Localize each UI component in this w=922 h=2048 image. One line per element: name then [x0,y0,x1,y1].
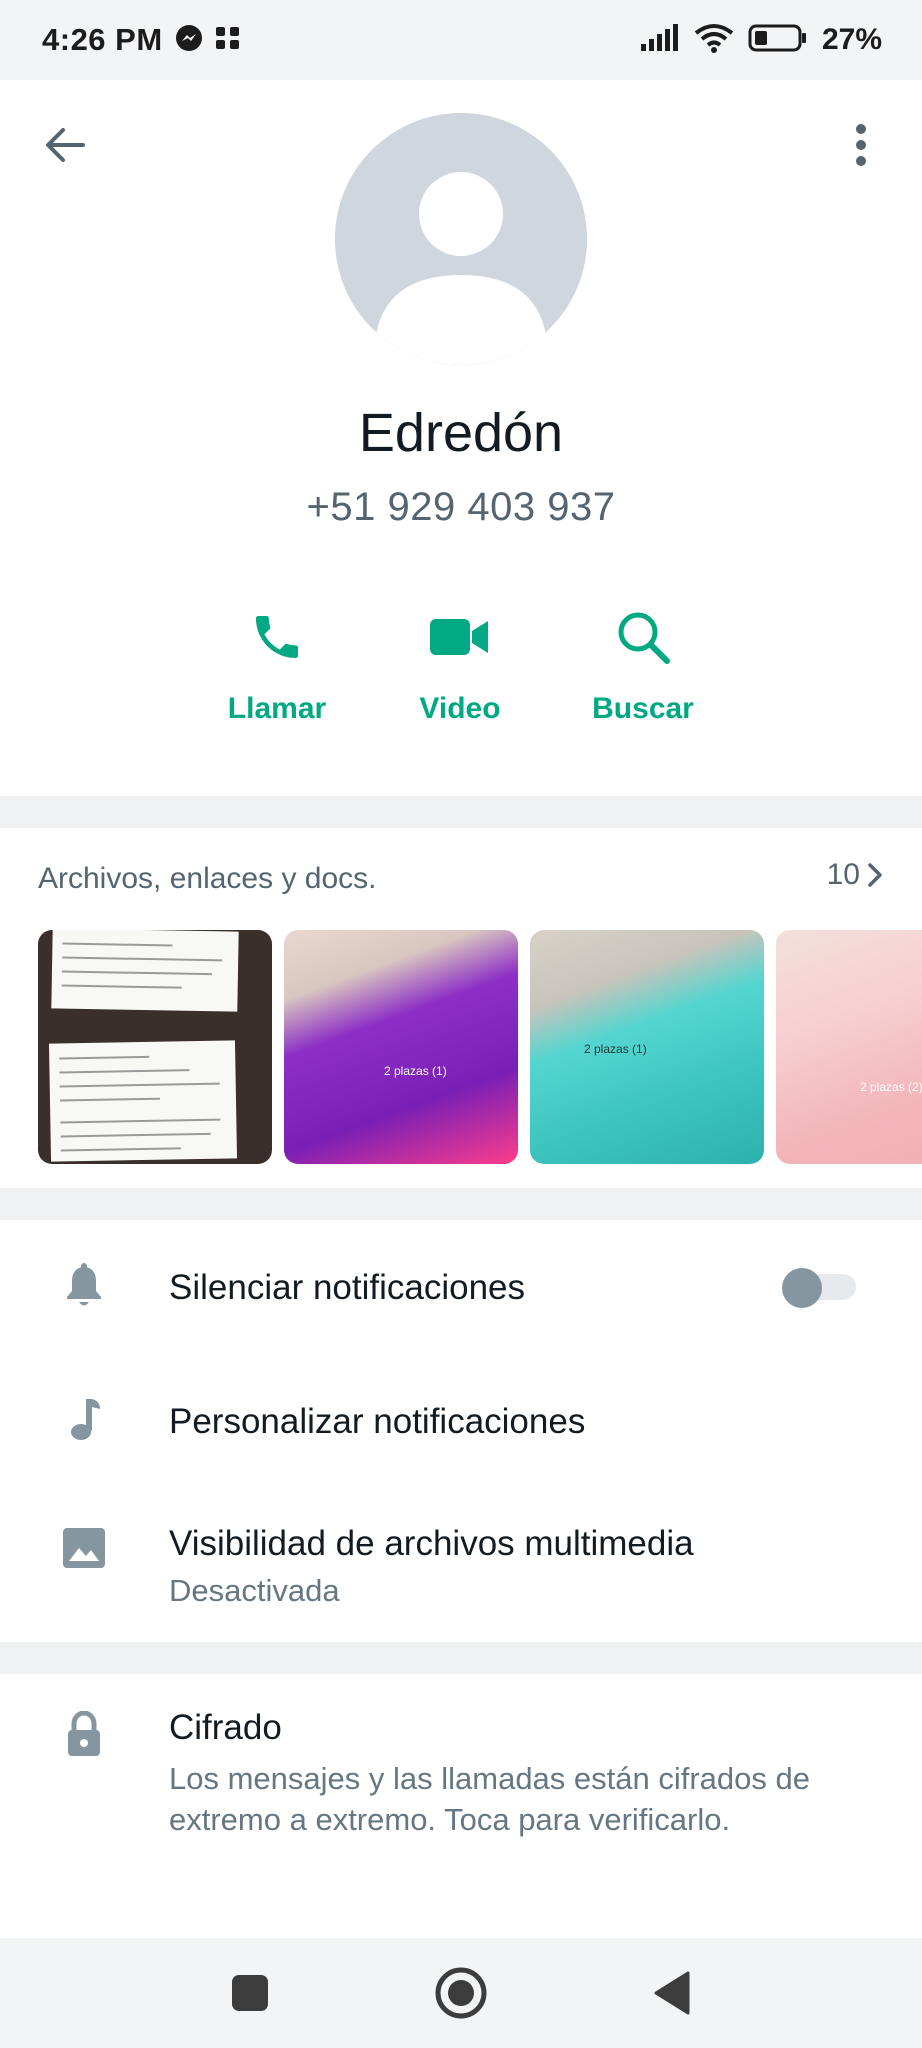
apps-icon [215,25,241,56]
default-avatar-icon [335,113,587,365]
lock-icon [62,1711,106,1756]
circle-icon [435,1967,487,2019]
toggle-knob [782,1268,822,1308]
chevron-right-icon [868,863,882,887]
battery-icon [748,23,808,58]
search-label: Buscar [592,692,694,725]
notification-settings: Silenciar notificaciones Personalizar no… [0,1220,922,1642]
mute-notifications-label: Silenciar notificaciones [169,1268,526,1307]
call-button[interactable]: Llamar [207,600,347,726]
more-vertical-icon [856,124,866,166]
bell-icon [62,1263,106,1308]
media-thumbnail[interactable]: 2 plazas (2) [776,930,922,1164]
signal-icon [640,23,680,57]
back-nav-button[interactable] [645,1966,699,2020]
image-icon [62,1526,106,1570]
more-options-button[interactable] [846,120,876,170]
phone-icon [256,616,298,658]
custom-notifications-row[interactable]: Personalizar notificaciones [0,1350,922,1480]
media-visibility-label: Visibilidad de archivos multimedia [169,1524,694,1563]
status-time: 4:26 PM [42,22,163,57]
thumbnail-caption: 2 plazas (1) [584,1042,647,1056]
video-camera-icon [430,619,488,655]
home-button[interactable] [434,1966,488,2020]
media-thumbnails: 2 plazas (1) 2 plazas (1) 2 plazas (2) [38,930,922,1164]
media-visibility-row[interactable]: Visibilidad de archivos multimedia Desac… [0,1480,922,1642]
media-thumbnail[interactable]: 2 plazas (1) [284,930,518,1164]
media-count: 10 [826,858,860,891]
thumbnail-caption: 2 plazas (2) [860,1080,922,1094]
square-icon [232,1975,268,2011]
contact-name: Edredón [358,403,564,463]
call-label: Llamar [227,692,327,725]
contact-phone: +51 929 403 937 [306,485,616,529]
arrow-left-icon [46,128,85,162]
search-button[interactable]: Buscar [573,600,713,726]
encryption-title: Cifrado [169,1708,282,1747]
music-note-icon [62,1398,106,1442]
triangle-back-icon [654,1971,690,2015]
custom-notifications-label: Personalizar notificaciones [169,1402,586,1441]
battery-percentage: 27% [821,23,882,56]
video-call-button[interactable]: Video [390,600,530,726]
encryption-row[interactable]: Cifrado Los mensajes y las llamadas está… [0,1674,922,1938]
avatar[interactable] [335,113,587,365]
mute-notifications-row[interactable]: Silenciar notificaciones [0,1220,922,1350]
video-label: Video [419,692,501,725]
status-bar: 4:26 PM 27% [0,0,922,80]
encryption-description: Los mensajes y las llamadas están cifrad… [169,1761,810,1837]
contact-header: Edredón +51 929 403 937 Llamar Video Bus… [0,80,922,796]
recent-apps-button[interactable] [223,1966,277,2020]
media-thumbnail[interactable]: 2 plazas (1) [530,930,764,1164]
system-navigation-bar [0,1938,922,2048]
media-visibility-value: Desactivada [169,1573,340,1608]
media-thumbnail[interactable] [38,930,272,1164]
media-section: Archivos, enlaces y docs. 10 2 plazas (1… [0,828,922,1188]
media-count-link[interactable]: 10 [827,858,884,892]
search-icon [618,612,670,664]
thumbnail-caption: 2 plazas (1) [384,1064,447,1078]
mute-notifications-toggle[interactable] [782,1268,858,1308]
messenger-icon [175,24,203,57]
back-button[interactable] [40,120,90,170]
wifi-icon [694,23,734,58]
media-title[interactable]: Archivos, enlaces y docs. [38,862,376,896]
